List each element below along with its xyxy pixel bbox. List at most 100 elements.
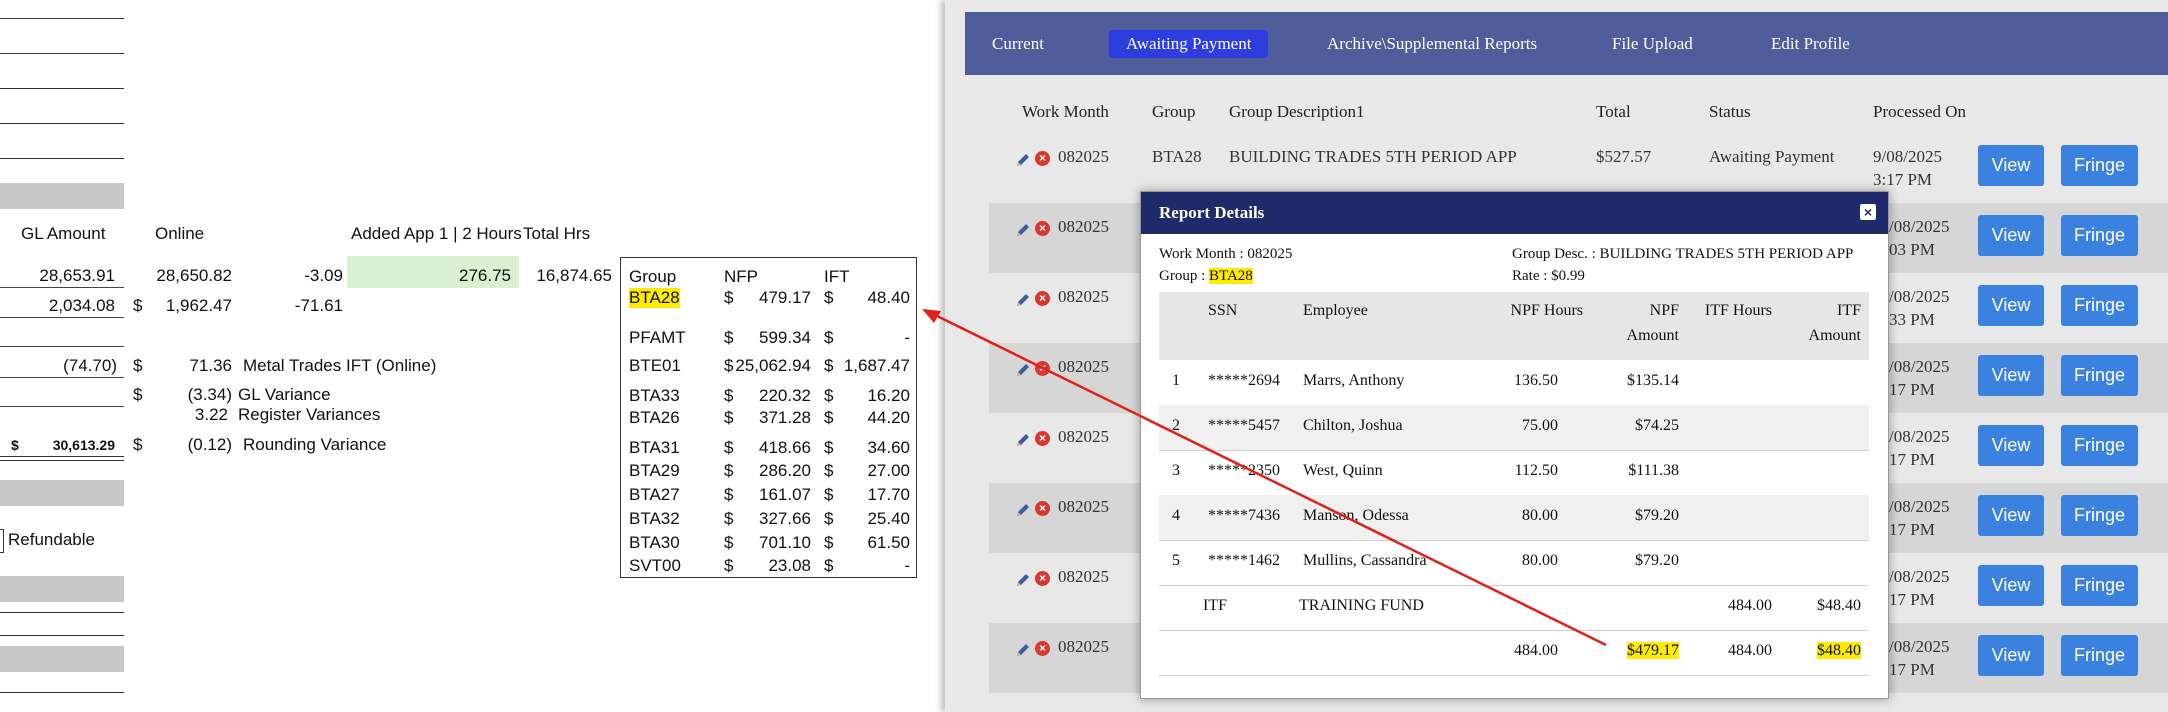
row-number: 3 bbox=[1172, 462, 1180, 479]
nav-file-upload[interactable]: File Upload bbox=[1595, 30, 1710, 58]
delete-icon[interactable]: × bbox=[1035, 501, 1050, 516]
ssn-value: *****5457 bbox=[1208, 417, 1280, 434]
delete-icon[interactable]: × bbox=[1035, 291, 1050, 306]
nav-archive-supplemental-reports[interactable]: Archive\Supplemental Reports bbox=[1310, 30, 1554, 58]
cell-work-month: 082025 bbox=[1058, 637, 1109, 656]
header-employee: Employee bbox=[1303, 302, 1368, 319]
ssn-value: *****1462 bbox=[1208, 552, 1280, 569]
nfp-ift-table: Group NFP IFT BTA28 $479.17 $48.40 PFAMT $59… bbox=[620, 257, 917, 578]
ift-value: 17.70 bbox=[867, 485, 910, 504]
view-button[interactable]: View bbox=[1978, 355, 2044, 396]
ift-value: 16.20 bbox=[867, 386, 910, 405]
cell-description: BUILDING TRADES 5TH PERIOD APP bbox=[1229, 147, 1517, 166]
gl-value: 28,653.91 bbox=[39, 266, 115, 285]
nfp-group: BTA27 bbox=[629, 485, 680, 504]
nfp-value: 220.32 bbox=[759, 386, 811, 405]
cell-border bbox=[0, 18, 124, 19]
edit-icon[interactable] bbox=[1015, 152, 1031, 168]
view-button[interactable]: View bbox=[1978, 495, 2044, 536]
npf-amount: $74.25 bbox=[1635, 417, 1679, 434]
nav-edit-profile[interactable]: Edit Profile bbox=[1754, 30, 1867, 58]
nav-bar: Current Awaiting Payment Archive\Supplem… bbox=[965, 12, 2168, 75]
edit-icon[interactable] bbox=[1015, 642, 1031, 658]
delete-icon[interactable]: × bbox=[1035, 641, 1050, 656]
nav-awaiting-payment[interactable]: Awaiting Payment bbox=[1109, 30, 1269, 58]
ift-currency: $ bbox=[824, 356, 834, 375]
fringe-button[interactable]: Fringe bbox=[2061, 285, 2138, 326]
header-ift: IFT bbox=[824, 267, 850, 286]
fringe-button[interactable]: Fringe bbox=[2061, 565, 2138, 606]
fringe-button[interactable]: Fringe bbox=[2061, 215, 2138, 256]
cell-processed-date: /08/2025 bbox=[1889, 427, 1950, 446]
itf-hours: 484.00 bbox=[1728, 597, 1772, 614]
row-number: 5 bbox=[1172, 552, 1180, 569]
header-npf-amount-2: Amount bbox=[1626, 327, 1679, 344]
cell-group: BTA28 bbox=[1152, 147, 1202, 166]
nfp-value: 23.08 bbox=[768, 556, 811, 575]
edit-icon[interactable] bbox=[1015, 432, 1031, 448]
delete-icon[interactable]: × bbox=[1035, 431, 1050, 446]
view-button[interactable]: View bbox=[1978, 215, 2044, 256]
online-value: 71.36 bbox=[189, 356, 232, 375]
cell-border bbox=[0, 635, 124, 636]
ift-value: 44.20 bbox=[867, 408, 910, 427]
view-button[interactable]: View bbox=[1978, 285, 2044, 326]
work-month-text: Work Month : 082025 bbox=[1159, 246, 1293, 262]
cell-total: $527.57 bbox=[1596, 147, 1652, 166]
row-number: 4 bbox=[1172, 507, 1180, 524]
nfp-group: BTA29 bbox=[629, 461, 680, 480]
edit-icon[interactable] bbox=[1015, 572, 1031, 588]
nfp-value: 599.34 bbox=[759, 328, 811, 347]
cell-processed-time: 03 PM bbox=[1889, 240, 1935, 259]
view-button[interactable]: View bbox=[1978, 145, 2044, 186]
edit-icon[interactable] bbox=[1015, 222, 1031, 238]
header-nfp: NFP bbox=[724, 267, 758, 286]
fringe-button[interactable]: Fringe bbox=[2061, 635, 2138, 676]
delete-icon[interactable]: × bbox=[1035, 571, 1050, 586]
ssn-value: *****2350 bbox=[1208, 462, 1280, 479]
npf-amount: $79.20 bbox=[1635, 507, 1679, 524]
group-value: BTA28 bbox=[1209, 268, 1253, 284]
cell-processed-time: 17 PM bbox=[1889, 590, 1935, 609]
view-button[interactable]: View bbox=[1978, 425, 2044, 466]
nfp-table-row: BTA28 $479.17 $48.40 bbox=[629, 288, 914, 310]
delete-icon[interactable]: × bbox=[1035, 221, 1050, 236]
fringe-button[interactable]: Fringe bbox=[2061, 425, 2138, 466]
view-button[interactable]: View bbox=[1978, 565, 2044, 606]
added-value: 276.75 bbox=[459, 266, 511, 285]
cell-processed-time: 17 PM bbox=[1889, 660, 1935, 679]
header-itf-hours: ITF Hours bbox=[1704, 302, 1772, 319]
totals-row: 484.00 $479.17 484.00 $48.40 bbox=[1159, 630, 1869, 676]
nav-current[interactable]: Current bbox=[975, 30, 1061, 58]
edit-icon[interactable] bbox=[1015, 362, 1031, 378]
fringe-button[interactable]: Fringe bbox=[2061, 145, 2138, 186]
cell-processed-date: /08/2025 bbox=[1889, 637, 1950, 656]
nfp-table-row: BTA32 $327.66 $25.40 bbox=[629, 509, 914, 531]
edit-icon[interactable] bbox=[1015, 502, 1031, 518]
underline bbox=[0, 317, 124, 318]
total-npf-amount-value: $479.17 bbox=[1627, 642, 1679, 659]
online-value: 28,650.82 bbox=[156, 266, 232, 285]
ift-currency: $ bbox=[824, 485, 834, 504]
header-ssn: SSN bbox=[1208, 302, 1238, 319]
edit-icon[interactable] bbox=[1015, 292, 1031, 308]
nfp-table-row: BTA30 $701.10 $61.50 bbox=[629, 533, 914, 555]
variance-label: Metal Trades IFT (Online) bbox=[243, 356, 437, 375]
delete-icon[interactable]: × bbox=[1035, 361, 1050, 376]
col-processed-on: Processed On bbox=[1873, 102, 1967, 121]
ift-value: - bbox=[904, 556, 910, 575]
npf-hours: 75.00 bbox=[1522, 417, 1558, 434]
underline bbox=[0, 377, 124, 378]
fringe-button[interactable]: Fringe bbox=[2061, 355, 2138, 396]
view-button[interactable]: View bbox=[1978, 635, 2044, 676]
npf-amount: $135.14 bbox=[1627, 372, 1679, 389]
delete-icon[interactable]: × bbox=[1035, 151, 1050, 166]
itf-row: ITF TRAINING FUND 484.00 $48.40 bbox=[1159, 585, 1869, 631]
modal-header: Report Details × bbox=[1141, 192, 1888, 234]
close-icon[interactable]: × bbox=[1860, 204, 1876, 220]
nfp-group: BTA32 bbox=[629, 509, 680, 528]
underline bbox=[0, 406, 124, 407]
ift-currency: $ bbox=[824, 386, 834, 405]
fringe-button[interactable]: Fringe bbox=[2061, 495, 2138, 536]
nfp-group: BTA28 bbox=[629, 288, 680, 308]
